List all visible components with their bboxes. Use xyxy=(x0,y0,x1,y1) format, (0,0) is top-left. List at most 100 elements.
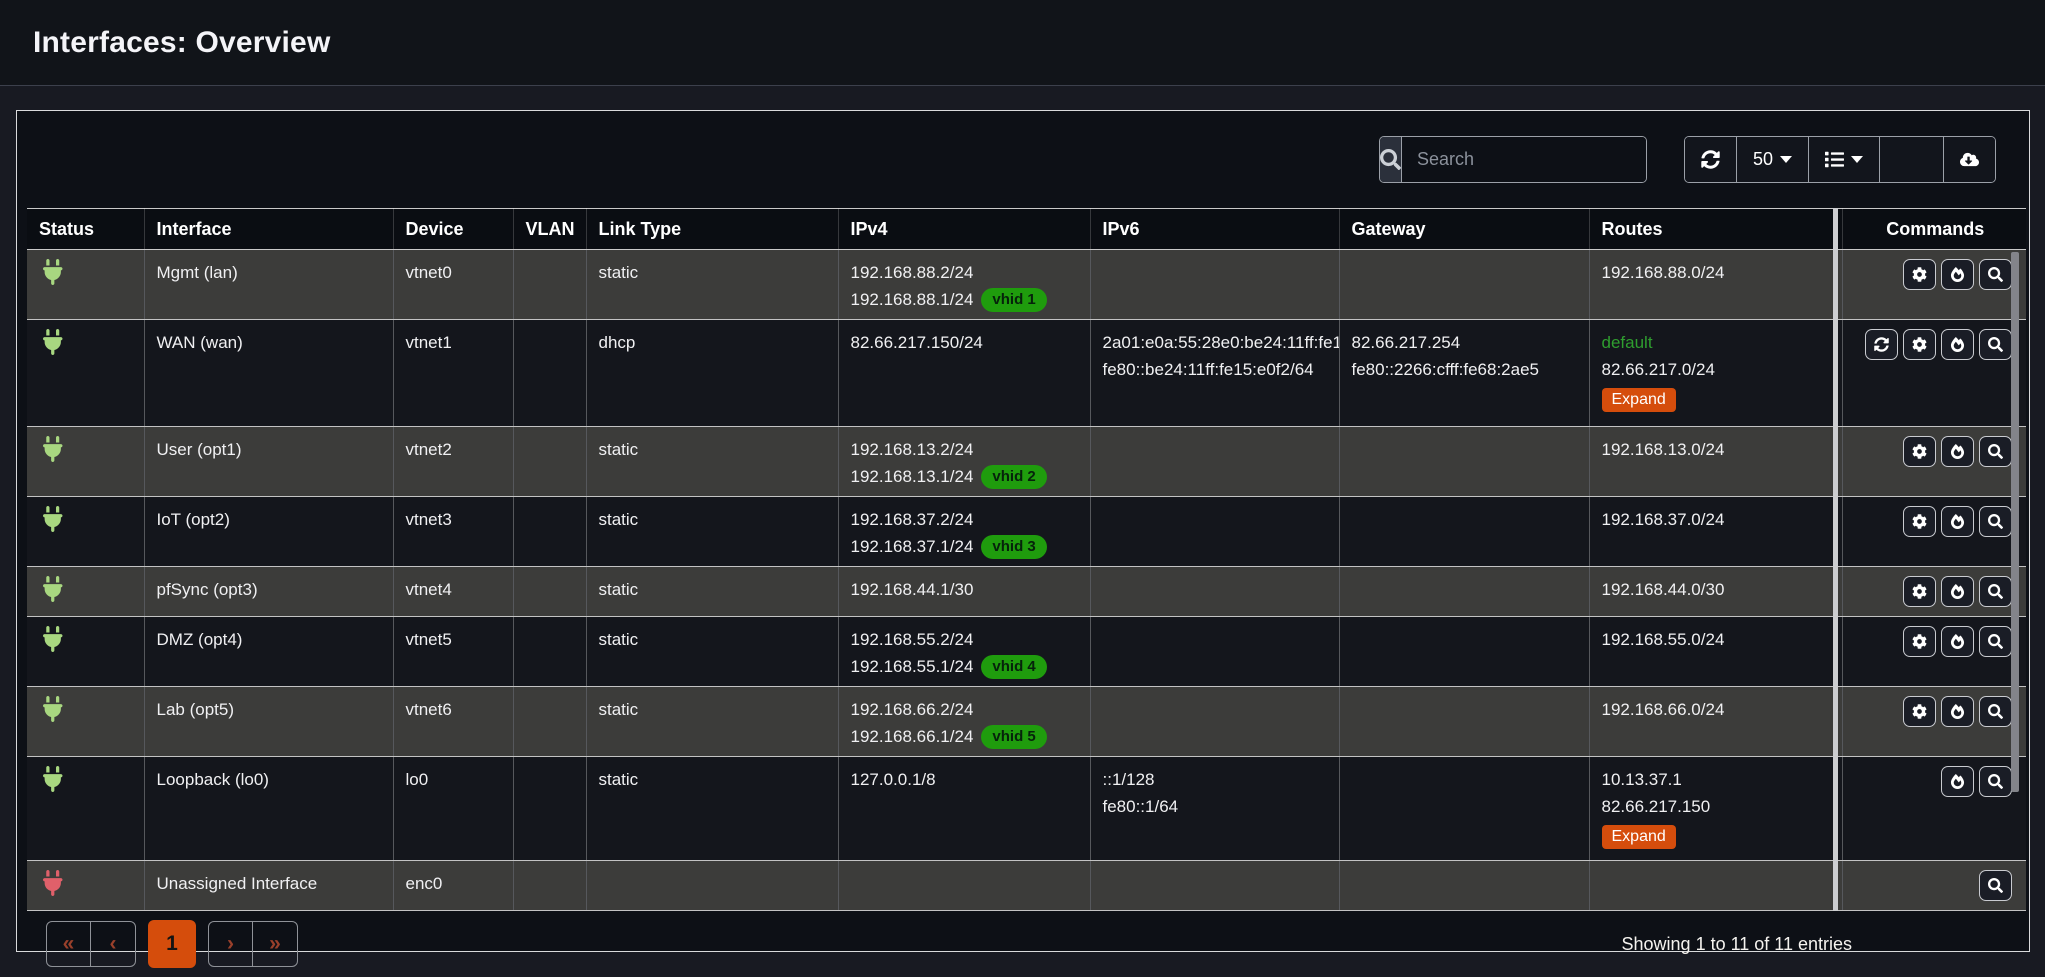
command-search-button[interactable] xyxy=(1979,696,2012,727)
prev-page-button[interactable]: ‹ xyxy=(91,922,135,966)
page-size-select[interactable]: 50 xyxy=(1737,137,1809,182)
table-row: pfSync (opt3)vtnet4static192.168.44.1/30… xyxy=(27,567,2026,617)
command-gear-button[interactable] xyxy=(1903,259,1936,290)
plug-status-icon xyxy=(43,259,63,285)
ipv4-cell: 192.168.66.2/24192.168.66.1/24vhid 5 xyxy=(838,687,1090,757)
search-icon xyxy=(1988,337,2003,352)
expand-routes-button[interactable]: Expand xyxy=(1602,388,1676,412)
column-header-routes[interactable]: Routes xyxy=(1589,209,1842,250)
gear-icon xyxy=(1912,444,1927,459)
route-entry: 192.168.13.0/24 xyxy=(1602,436,1834,463)
command-flame-button[interactable] xyxy=(1941,259,1974,290)
command-refresh-button[interactable] xyxy=(1865,329,1898,360)
vlan-cell xyxy=(513,567,586,617)
command-gear-button[interactable] xyxy=(1903,576,1936,607)
command-gear-button[interactable] xyxy=(1903,329,1936,360)
command-gear-button[interactable] xyxy=(1903,436,1936,467)
status-cell xyxy=(27,497,144,567)
command-search-button[interactable] xyxy=(1979,870,2012,901)
gateway-cell xyxy=(1339,567,1589,617)
vlan-cell xyxy=(513,757,586,861)
command-flame-button[interactable] xyxy=(1941,436,1974,467)
column-header-status[interactable]: Status xyxy=(27,209,144,250)
plug-status-icon xyxy=(43,329,63,355)
interface-cell: User (opt1) xyxy=(144,427,393,497)
command-gear-button[interactable] xyxy=(1903,696,1936,727)
first-page-button[interactable]: « xyxy=(47,922,91,966)
route-entry: 192.168.66.0/24 xyxy=(1602,696,1834,723)
last-page-button[interactable]: » xyxy=(253,922,297,966)
ipv4-cell: 127.0.0.1/8 xyxy=(838,757,1090,861)
ipv4-cell: 192.168.88.2/24192.168.88.1/24vhid 1 xyxy=(838,250,1090,320)
command-flame-button[interactable] xyxy=(1941,576,1974,607)
commands-cell xyxy=(1842,567,2026,617)
vhid-badge: vhid 3 xyxy=(981,535,1046,559)
search-icon xyxy=(1988,444,2003,459)
search-icon xyxy=(1988,878,2003,893)
search-icon xyxy=(1988,634,2003,649)
search-button[interactable] xyxy=(1380,137,1402,182)
column-header-interface[interactable]: Interface xyxy=(144,209,393,250)
column-header-commands[interactable]: Commands xyxy=(1842,209,2026,250)
command-search-button[interactable] xyxy=(1979,626,2012,657)
interface-cell: DMZ (opt4) xyxy=(144,617,393,687)
device-cell: vtnet3 xyxy=(393,497,513,567)
status-cell xyxy=(27,320,144,427)
column-header-ipv6[interactable]: IPv6 xyxy=(1090,209,1339,250)
gateway-cell xyxy=(1339,687,1589,757)
column-header-link-type[interactable]: Link Type xyxy=(586,209,838,250)
column-header-vlan[interactable]: VLAN xyxy=(513,209,586,250)
flame-icon xyxy=(1950,267,1965,282)
ipv4-cell xyxy=(838,861,1090,911)
flame-icon xyxy=(1950,634,1965,649)
column-header-gateway[interactable]: Gateway xyxy=(1339,209,1589,250)
gateway-cell xyxy=(1339,617,1589,687)
page-1-button[interactable]: 1 xyxy=(148,920,196,968)
vlan-cell xyxy=(513,497,586,567)
list-button[interactable] xyxy=(1809,137,1880,182)
plug-status-icon xyxy=(43,576,63,602)
flame-icon xyxy=(1950,774,1965,789)
command-search-button[interactable] xyxy=(1979,766,2012,797)
commands-cell xyxy=(1842,757,2026,861)
vlan-cell xyxy=(513,250,586,320)
toolbar-blank-button[interactable] xyxy=(1880,137,1944,182)
expand-routes-button[interactable]: Expand xyxy=(1602,825,1676,849)
command-search-button[interactable] xyxy=(1979,576,2012,607)
toolbar-button-group: 50 xyxy=(1684,136,1996,183)
next-page-button[interactable]: › xyxy=(209,922,253,966)
command-flame-button[interactable] xyxy=(1941,506,1974,537)
command-search-button[interactable] xyxy=(1979,506,2012,537)
command-flame-button[interactable] xyxy=(1941,696,1974,727)
pagination-prev-group: « ‹ xyxy=(46,921,136,967)
route-entry: default xyxy=(1602,329,1834,356)
command-flame-button[interactable] xyxy=(1941,766,1974,797)
command-flame-button[interactable] xyxy=(1941,626,1974,657)
command-search-button[interactable] xyxy=(1979,259,2012,290)
entries-summary: Showing 1 to 11 of 11 entries xyxy=(1622,934,1852,955)
route-entry: 192.168.44.0/30 xyxy=(1602,576,1834,603)
column-header-device[interactable]: Device xyxy=(393,209,513,250)
status-cell xyxy=(27,757,144,861)
command-flame-button[interactable] xyxy=(1941,329,1974,360)
command-search-button[interactable] xyxy=(1979,436,2012,467)
command-gear-button[interactable] xyxy=(1903,626,1936,657)
gear-icon xyxy=(1912,337,1927,352)
table-footer: « ‹ 1 › » Showing 1 to 11 of 11 entries xyxy=(17,911,2029,977)
command-gear-button[interactable] xyxy=(1903,506,1936,537)
search-input[interactable] xyxy=(1402,137,1647,182)
device-cell: vtnet5 xyxy=(393,617,513,687)
ipv6-cell xyxy=(1090,617,1339,687)
chevron-down-icon xyxy=(1780,156,1792,163)
table-scrollbar-thumb[interactable] xyxy=(2011,252,2019,792)
table-row: IoT (opt2)vtnet3static192.168.37.2/24192… xyxy=(27,497,2026,567)
gateway-cell: 82.66.217.254fe80::2266:cfff:fe68:2ae5 xyxy=(1339,320,1589,427)
command-search-button[interactable] xyxy=(1979,329,2012,360)
flame-icon xyxy=(1950,444,1965,459)
refresh-button[interactable] xyxy=(1685,137,1737,182)
route-entry: 192.168.88.0/24 xyxy=(1602,259,1834,286)
commands-cell xyxy=(1842,250,2026,320)
column-header-ipv4[interactable]: IPv4 xyxy=(838,209,1090,250)
inner-vertical-scrollbar[interactable] xyxy=(1833,208,1838,911)
cloud-download-button[interactable] xyxy=(1944,137,1995,182)
